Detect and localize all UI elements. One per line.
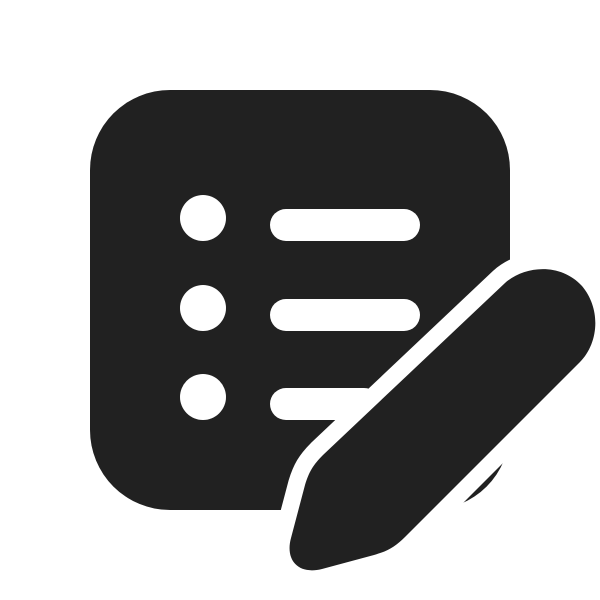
task-list-edit-icon [90,90,596,571]
icon-canvas [0,0,600,600]
